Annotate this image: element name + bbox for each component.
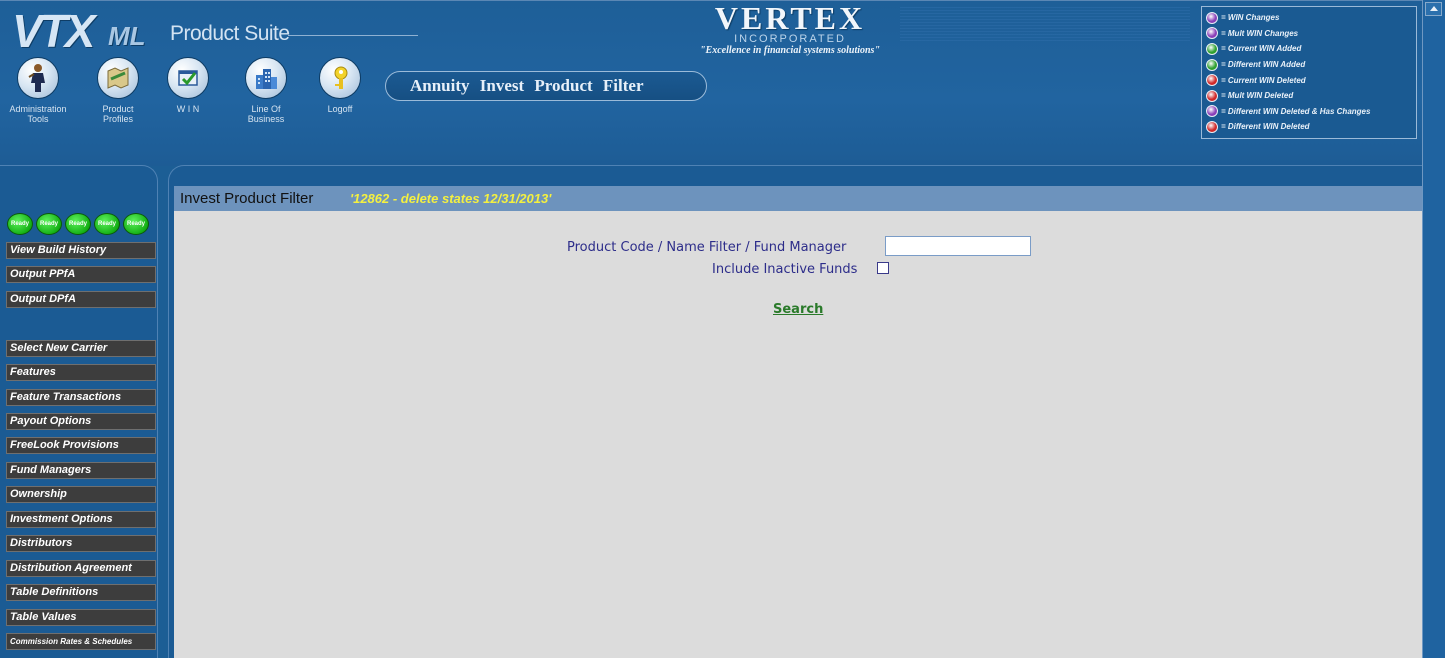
legend-label: = Different WIN Deleted xyxy=(1221,122,1310,132)
sidebar-item-ownership[interactable]: Ownership xyxy=(6,486,156,503)
legend-label: = Current WIN Deleted xyxy=(1221,75,1306,85)
content-title-bar: Invest Product Filter '12862 - delete st… xyxy=(174,186,1422,211)
sidebar-item-view-build-history[interactable]: View Build History xyxy=(6,242,156,259)
sidebar-item-feature-transactions[interactable]: Feature Transactions xyxy=(6,389,156,406)
page-title-pill: Annuity Invest Product Filter xyxy=(385,71,707,101)
content-title: Invest Product Filter xyxy=(180,190,314,207)
nav-administration-tools[interactable]: Administration Tools xyxy=(0,57,76,137)
sidebar-item-output-ppfa[interactable]: Output PPfA xyxy=(6,266,156,283)
product-suite-title: Product Suite xyxy=(170,22,290,45)
ml-logo: ML xyxy=(108,21,146,51)
legend-row: = Mult WIN Deleted xyxy=(1206,88,1412,104)
sidebar-item-fund-managers[interactable]: Fund Managers xyxy=(6,462,156,479)
nav-label: Administration Tools xyxy=(9,104,67,124)
legend-label: = WIN Changes xyxy=(1221,13,1280,23)
company-incorporated: INCORPORATED xyxy=(734,33,846,45)
vertex-logo: VERTEX INCORPORATED "Excellence in finan… xyxy=(660,0,920,56)
sidebar-item-investment-options[interactable]: Investment Options xyxy=(6,511,156,528)
nav-label: Line Of Business xyxy=(247,104,285,124)
vertical-scrollbar[interactable] xyxy=(1422,0,1445,658)
ready-indicator-icon: Ready xyxy=(94,213,120,235)
nav-label: Logoff xyxy=(327,104,353,114)
map-icon xyxy=(97,57,139,99)
sidebar-item-commission-rates-schedules[interactable]: Commission Rates & Schedules xyxy=(6,633,156,650)
legend-row: = Different WIN Deleted xyxy=(1206,119,1412,135)
status-dot-icon xyxy=(1206,58,1218,71)
status-dot-icon xyxy=(1206,89,1218,102)
sidebar-item-output-dpfa[interactable]: Output DPfA xyxy=(6,291,156,308)
include-inactive-label: Include Inactive Funds xyxy=(712,262,858,277)
company-tagline: "Excellence in financial systems solutio… xyxy=(700,45,880,56)
legend-row: = Different WIN Added xyxy=(1206,57,1412,73)
sidebar-item-select-new-carrier[interactable]: Select New Carrier xyxy=(6,340,156,357)
include-inactive-checkbox[interactable] xyxy=(877,262,889,274)
legend-row: = WIN Changes xyxy=(1206,10,1412,26)
sidebar-item-freelook-provisions[interactable]: FreeLook Provisions xyxy=(6,437,156,454)
legend-label: = Different WIN Added xyxy=(1221,60,1306,70)
sidebar-item-payout-options[interactable]: Payout Options xyxy=(6,413,156,430)
legend-row: = Different WIN Deleted & Has Changes xyxy=(1206,104,1412,120)
nav-product-profiles[interactable]: Product Profiles xyxy=(80,57,156,137)
header-decoration-lines xyxy=(900,7,1190,41)
filter-form: Product Code / Name Filter / Fund Manage… xyxy=(174,211,1422,658)
status-dot-icon xyxy=(1206,120,1218,133)
sidebar-item-table-values[interactable]: Table Values xyxy=(6,609,156,626)
nav-logoff[interactable]: Logoff xyxy=(302,57,378,137)
page-title: Annuity Invest Product Filter xyxy=(410,76,644,95)
nav-label: Product Profiles xyxy=(102,104,134,124)
sidebar-item-distributors[interactable]: Distributors xyxy=(6,535,156,552)
product-filter-label: Product Code / Name Filter / Fund Manage… xyxy=(567,240,847,255)
key-icon xyxy=(319,57,361,99)
content-subtitle: '12862 - delete states 12/31/2013' xyxy=(350,191,552,206)
legend-row: = Current WIN Added xyxy=(1206,41,1412,57)
logo-divider xyxy=(288,35,418,36)
ready-indicator-icon: Ready xyxy=(65,213,91,235)
sidebar-item-table-definitions[interactable]: Table Definitions xyxy=(6,584,156,601)
legend-label: = Current WIN Added xyxy=(1221,44,1302,54)
ready-indicator-icon: Ready xyxy=(123,213,149,235)
buildings-icon xyxy=(245,57,287,99)
status-dot-icon xyxy=(1206,105,1218,118)
legend-label: = Mult WIN Deleted xyxy=(1221,91,1294,101)
ready-indicator-icon: Ready xyxy=(36,213,62,235)
legend-row: = Current WIN Deleted xyxy=(1206,72,1412,88)
status-dot-icon xyxy=(1206,74,1218,87)
person-icon xyxy=(17,57,59,99)
checkmark-window-icon xyxy=(167,57,209,99)
win-status-legend: = WIN Changes = Mult WIN Changes = Current… xyxy=(1201,6,1417,139)
status-dot-icon xyxy=(1206,42,1218,55)
legend-label: = Different WIN Deleted & Has Changes xyxy=(1221,106,1371,116)
nav-line-of-business[interactable]: Line Of Business xyxy=(228,57,304,137)
ready-indicator-icon: Ready xyxy=(7,213,33,235)
sidebar-item-distribution-agreement[interactable]: Distribution Agreement xyxy=(6,560,156,577)
status-dot-icon xyxy=(1206,11,1218,24)
nav-label: W I N xyxy=(176,104,200,114)
ready-indicators: Ready Ready Ready Ready Ready xyxy=(7,213,149,235)
legend-label: = Mult WIN Changes xyxy=(1221,28,1299,38)
status-dot-icon xyxy=(1206,27,1218,40)
nav-win[interactable]: W I N xyxy=(150,57,226,137)
legend-row: = Mult WIN Changes xyxy=(1206,26,1412,42)
scroll-up-arrow-icon[interactable] xyxy=(1425,2,1442,16)
company-name: VERTEX xyxy=(714,0,866,36)
search-link[interactable]: Search xyxy=(773,302,823,317)
app-header: VTX ML Product Suite Administration Tool… xyxy=(0,0,1422,166)
vtx-logo: VTX xyxy=(12,5,95,57)
sidebar-item-features[interactable]: Features xyxy=(6,364,156,381)
product-filter-input[interactable] xyxy=(885,236,1031,256)
